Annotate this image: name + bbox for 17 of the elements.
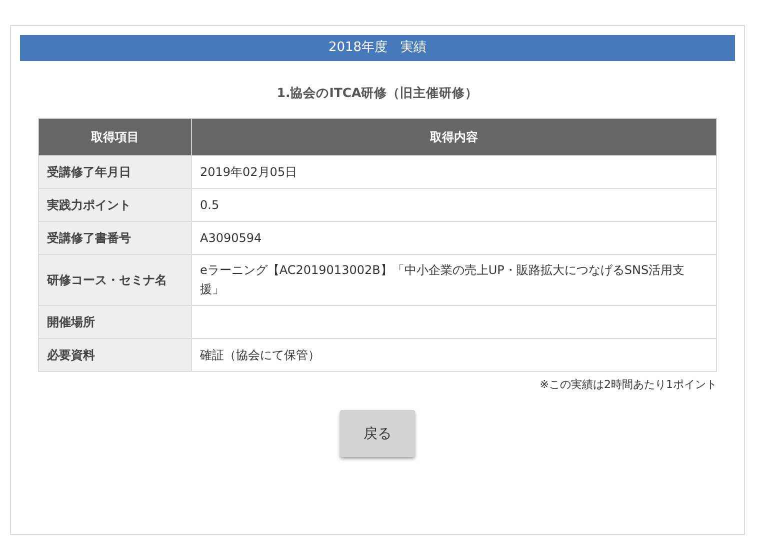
table-cell: A3090594 [192, 222, 716, 254]
header-bar: 2018年度 実績 [20, 35, 735, 61]
table-cell: 2019年02月05日 [192, 156, 716, 188]
back-button[interactable]: 戻る [340, 410, 415, 457]
column-header: 取得内容 [192, 118, 716, 156]
row-label: 受講修了年月日 [38, 156, 192, 188]
row-label: 必要資料 [38, 338, 192, 372]
table-cell: 0.5 [192, 188, 716, 222]
note-text: ※この実績は2時間あたり1ポイント [540, 377, 717, 392]
row-label: 開催場所 [38, 306, 192, 338]
row-label: 実践力ポイント [38, 188, 192, 222]
table-cell: 確証（協会にて保管） [192, 338, 716, 372]
row-label: 研修コース・セミナ名 [38, 254, 192, 306]
row-label: 受講修了書番号 [38, 222, 192, 254]
section-title: 1.協会のITCA研修（旧主催研修） [276, 85, 480, 102]
column-header: 取得項目 [38, 118, 192, 156]
table-cell: eラーニング【AC2019013002B】「中小企業の売上UP・販路拡大につなげるSNS活用支援」 [192, 254, 716, 306]
